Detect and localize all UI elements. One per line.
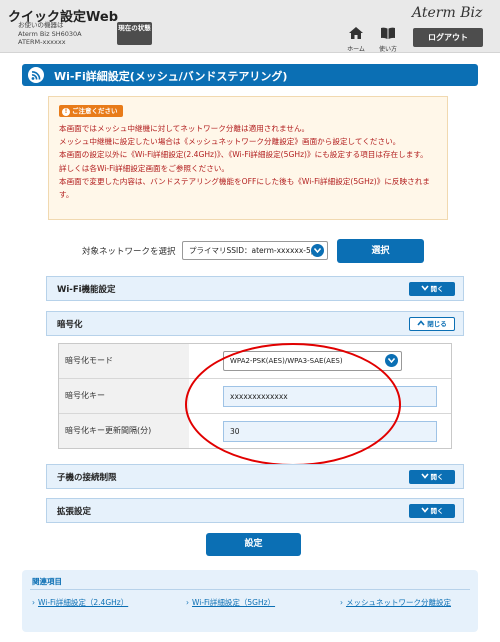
key-label: 暗号化キー bbox=[59, 379, 189, 413]
select-button[interactable]: 選択 bbox=[337, 239, 424, 263]
notice-badge-text: ご注意ください bbox=[72, 107, 118, 115]
notice-body: 本画面ではメッシュ中継機に対してネットワーク分離は適用されません。 メッシュ中継… bbox=[59, 122, 443, 201]
arrow-right-icon: › bbox=[340, 598, 343, 607]
header-bar: クイック設定Web お使いの機器は Aterm Biz SH6030A ATER… bbox=[0, 0, 500, 53]
open-toggle-button[interactable]: 開く bbox=[409, 470, 455, 484]
link-wifi-5ghz[interactable]: › Wi-Fi詳細設定（5GHz） bbox=[186, 597, 275, 608]
open-toggle-button[interactable]: 開く bbox=[409, 504, 455, 518]
network-select[interactable]: プライマリSSID：aterm-xxxxxx-5p bbox=[182, 241, 328, 260]
annotation-ellipse bbox=[185, 343, 401, 466]
link-text: Wi-Fi詳細設定（2.4GHz） bbox=[38, 598, 129, 607]
link-text: メッシュネットワーク分離設定 bbox=[346, 598, 451, 607]
notice-line: 本画面の設定以外に《Wi-Fi詳細設定(2.4GHz)》、《Wi-Fi詳細設定(… bbox=[59, 150, 428, 160]
section-title: 拡張設定 bbox=[57, 507, 92, 517]
guide-label: 使い方 bbox=[378, 46, 397, 53]
related-title: 関連項目 bbox=[32, 577, 62, 586]
section-wifi-function: Wi-Fi機能設定 開く bbox=[46, 276, 464, 301]
toggle-label: 開く bbox=[430, 473, 444, 481]
link-wifi-24ghz[interactable]: › Wi-Fi詳細設定（2.4GHz） bbox=[32, 597, 128, 608]
arrow-right-icon: › bbox=[32, 598, 35, 607]
book-icon bbox=[381, 27, 395, 39]
link-text: Wi-Fi詳細設定（5GHz） bbox=[192, 598, 276, 607]
page-title-bar: Wi-Fi詳細設定(メッシュ/バンドステアリング) bbox=[22, 64, 478, 86]
network-select-value: プライマリSSID：aterm-xxxxxx-5p bbox=[189, 246, 316, 255]
status-button[interactable]: 現在の状態 bbox=[117, 22, 152, 45]
toggle-label: 開く bbox=[430, 507, 444, 515]
interval-label: 暗号化キー更新間隔(分) bbox=[59, 414, 189, 448]
chevron-down-icon bbox=[420, 473, 429, 479]
notice-line: 本画面ではメッシュ中継機に対してネットワーク分離は適用されません。 bbox=[59, 124, 310, 133]
toggle-label: 閉じる bbox=[427, 320, 447, 328]
link-mesh-separation[interactable]: › メッシュネットワーク分離設定 bbox=[340, 597, 451, 608]
chevron-down-icon bbox=[420, 285, 429, 291]
notice-line: 詳しくは各Wi-Fi詳細設定画面をご参照ください。 bbox=[59, 163, 229, 173]
divider bbox=[30, 589, 470, 590]
chevron-down-icon bbox=[385, 354, 398, 367]
home-label: ホーム bbox=[347, 46, 365, 53]
chevron-down-icon bbox=[420, 507, 429, 513]
model-info: お使いの機器は Aterm Biz SH6030A ATERM-xxxxxx bbox=[18, 21, 82, 47]
open-toggle-button[interactable]: 開く bbox=[409, 282, 455, 296]
notice-badge: ! ご注意ください bbox=[59, 105, 123, 117]
notice-line: メッシュ中継機に設定したい場合は《メッシュネットワーク分離設定》画面から設定して… bbox=[59, 137, 401, 147]
section-title: 暗号化 bbox=[57, 320, 83, 330]
page-title: Wi-Fi詳細設定(メッシュ/バンドステアリング) bbox=[54, 70, 288, 83]
related-links: 関連項目 › Wi-Fi詳細設定（2.4GHz） › Wi-Fi詳細設定（5GHz）… bbox=[22, 570, 478, 632]
ssid-label: ATERM-xxxxxx bbox=[18, 38, 66, 46]
apply-button[interactable]: 設定 bbox=[206, 533, 301, 556]
chevron-up-icon bbox=[417, 320, 425, 326]
model-name: Aterm Biz SH6030A bbox=[18, 29, 82, 38]
toggle-label: 開く bbox=[430, 285, 444, 293]
notice-line: 本画面で変更した内容は、バンドステアリング機能をOFFにした後も《Wi-Fi詳細… bbox=[59, 176, 430, 200]
brand-logo: Aterm Biz bbox=[412, 5, 483, 21]
section-title: 子機の接続制限 bbox=[57, 473, 117, 483]
wifi-icon bbox=[28, 67, 44, 83]
model-label: お使いの機器は bbox=[18, 21, 64, 29]
exclamation-icon: ! bbox=[62, 108, 70, 116]
section-encryption: 暗号化 閉じる bbox=[46, 311, 464, 336]
chevron-down-icon bbox=[311, 244, 324, 257]
logout-button[interactable]: ログアウト bbox=[413, 28, 483, 47]
home-nav[interactable]: ホーム bbox=[343, 24, 369, 53]
section-client-restriction: 子機の接続制限 開く bbox=[46, 464, 464, 489]
section-extended: 拡張設定 開く bbox=[46, 498, 464, 523]
home-icon bbox=[349, 27, 363, 39]
network-select-label: 対象ネットワークを選択 bbox=[82, 247, 176, 257]
notice-box: ! ご注意ください 本画面ではメッシュ中継機に対してネットワーク分離は適用されませ… bbox=[48, 96, 448, 220]
section-title: Wi-Fi機能設定 bbox=[57, 285, 116, 295]
mode-label: 暗号化モード bbox=[59, 344, 189, 378]
guide-nav[interactable]: 使い方 bbox=[375, 24, 401, 53]
arrow-right-icon: › bbox=[186, 598, 189, 607]
close-toggle-button[interactable]: 閉じる bbox=[409, 317, 455, 331]
